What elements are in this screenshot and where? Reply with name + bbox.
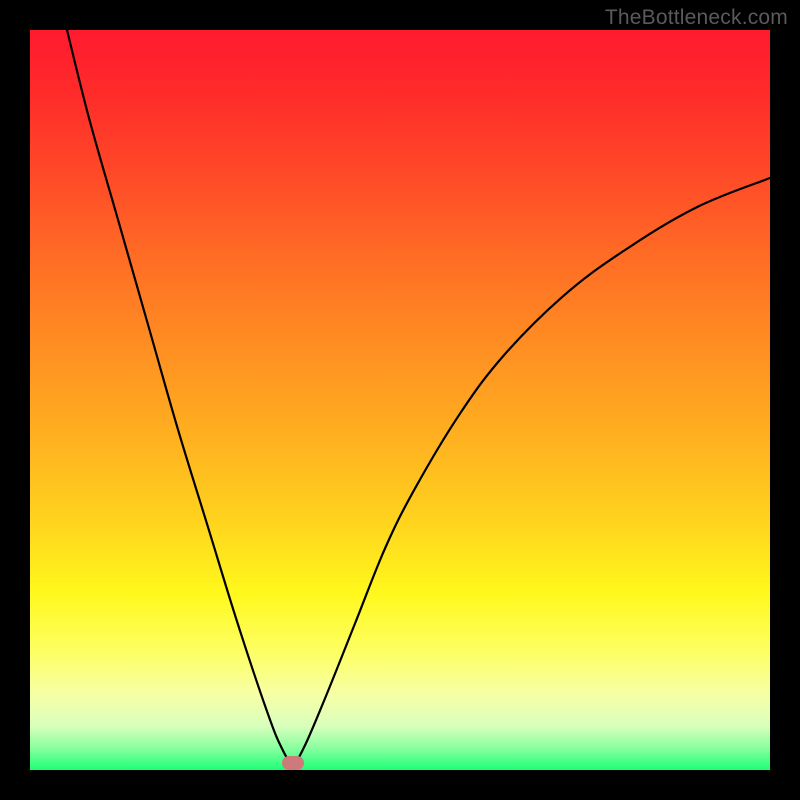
chart-gradient-background (30, 30, 770, 770)
watermark-text: TheBottleneck.com (605, 6, 788, 30)
chart-frame (30, 30, 770, 770)
minimum-marker (282, 756, 304, 770)
